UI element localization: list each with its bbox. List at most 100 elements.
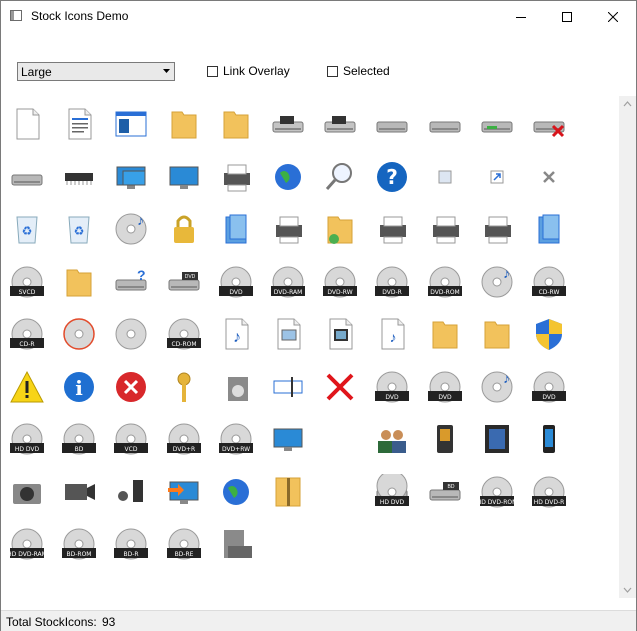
icon-size-combobox[interactable]: Large	[17, 62, 175, 81]
scroll-down-icon[interactable]	[619, 585, 636, 595]
blank-cd-icon[interactable]	[113, 316, 149, 352]
delete-red-icon[interactable]	[322, 369, 358, 405]
mobile-phone-icon[interactable]	[531, 421, 567, 457]
floppy-525-icon[interactable]	[270, 106, 306, 142]
video-file-icon[interactable]	[322, 316, 358, 352]
folder-share-icon[interactable]	[322, 211, 358, 247]
media-dvd-icon[interactable]: DVD	[374, 369, 410, 405]
lock-icon[interactable]	[166, 211, 202, 247]
document-blank-icon[interactable]	[9, 106, 45, 142]
blank-icon[interactable]	[322, 421, 358, 457]
cd-drive-icon[interactable]	[9, 159, 45, 195]
vcd-icon[interactable]: VCD	[113, 421, 149, 457]
hd-dvd-ram-icon[interactable]: HD DVD-RAM	[9, 526, 45, 562]
blank-icon[interactable]	[322, 474, 358, 510]
globe-world-icon[interactable]	[270, 159, 306, 195]
software-icon[interactable]	[218, 369, 254, 405]
warning-icon[interactable]	[9, 369, 45, 405]
media-folder-icon[interactable]	[61, 264, 97, 300]
dvd-r-icon[interactable]: DVD-R	[374, 264, 410, 300]
internet-icon[interactable]	[218, 474, 254, 510]
network-icon[interactable]	[113, 159, 149, 195]
dvd-plus-rw-icon[interactable]: DVD+RW	[218, 421, 254, 457]
dvd-rw-icon[interactable]: DVD-RW	[322, 264, 358, 300]
media-cd-audio-icon[interactable]: ♪	[479, 369, 515, 405]
shield-icon[interactable]	[531, 316, 567, 352]
audio-player-icon[interactable]	[113, 474, 149, 510]
recycle-bin-empty-icon[interactable]: ♻	[9, 211, 45, 247]
audio-cd-icon[interactable]: ♪	[113, 211, 149, 247]
audio-file-icon[interactable]: ♪	[218, 316, 254, 352]
recycle-bin-full-icon[interactable]: ♻	[61, 211, 97, 247]
cd-rw-icon[interactable]: CD-RW	[531, 264, 567, 300]
hd-dvd-drive-icon[interactable]: HD DVD	[374, 473, 410, 510]
drive-unknown-icon[interactable]: ?	[113, 264, 149, 300]
dvd-plus-r-icon[interactable]: DVD+R	[166, 421, 202, 457]
media-player-icon[interactable]	[427, 421, 463, 457]
users-icon[interactable]	[374, 421, 410, 457]
link-overlay-box[interactable]	[207, 65, 218, 77]
selected-checkbox[interactable]: Selected	[327, 63, 390, 79]
media-dvd-2-icon[interactable]: DVD	[427, 369, 463, 405]
desktop-pc-icon[interactable]	[270, 421, 306, 457]
dvd-drive-icon[interactable]: DVD	[166, 264, 202, 300]
desktop-computer-icon[interactable]	[166, 159, 202, 195]
network-drive-icon[interactable]	[479, 106, 515, 142]
printer-file-icon[interactable]	[479, 211, 515, 247]
key-icon[interactable]	[166, 369, 202, 405]
maximize-button[interactable]	[544, 1, 590, 32]
info-icon[interactable]: i	[61, 369, 97, 405]
bd-icon[interactable]: BD	[61, 421, 97, 457]
cd-r-icon[interactable]: CD-R	[9, 316, 45, 352]
cluster-server-icon[interactable]	[218, 526, 254, 562]
bd-r-icon[interactable]: BD-R	[113, 526, 149, 562]
document-text-icon[interactable]	[61, 106, 97, 142]
close-button[interactable]	[590, 1, 636, 32]
folder-back-icon[interactable]	[427, 316, 463, 352]
link-overlay-checkbox[interactable]: Link Overlay	[207, 63, 290, 79]
bd-rom-icon[interactable]: BD-ROM	[61, 526, 97, 562]
printer-fax-icon[interactable]	[374, 211, 410, 247]
rename-icon[interactable]	[270, 369, 306, 405]
error-icon[interactable]	[113, 369, 149, 405]
bd-re-icon[interactable]: BD-RE	[166, 526, 202, 562]
bd-drive-icon[interactable]: BD	[427, 474, 463, 510]
floppy-35-icon[interactable]	[322, 106, 358, 142]
dvd-icon[interactable]: DVD	[218, 264, 254, 300]
minimize-button[interactable]	[498, 1, 544, 32]
stack-icon[interactable]	[531, 211, 567, 247]
delete-x-icon[interactable]	[531, 159, 567, 195]
cd-rom-icon[interactable]: CD-ROM	[166, 316, 202, 352]
audio-plus-icon[interactable]: ♪	[479, 264, 515, 300]
disconnected-network-drive-icon[interactable]	[531, 106, 567, 142]
video-camera-icon[interactable]	[61, 474, 97, 510]
selected-box[interactable]	[327, 65, 338, 77]
hd-dvd-r-icon[interactable]: HD DVD-R	[531, 474, 567, 510]
title-bar[interactable]: Stock Icons Demo	[1, 1, 636, 32]
hd-dvd-icon[interactable]: HD DVD	[9, 421, 45, 457]
dvd-ram-icon[interactable]: DVD-RAM	[270, 264, 306, 300]
small-overlay-icon[interactable]	[427, 159, 463, 195]
help-icon[interactable]: ?	[374, 159, 410, 195]
auto-list-icon[interactable]	[218, 211, 254, 247]
hard-drive-icon[interactable]	[427, 106, 463, 142]
vertical-scrollbar[interactable]	[619, 96, 636, 598]
hd-dvd-rom-icon[interactable]: HD DVD-ROM	[479, 474, 515, 510]
scroll-up-icon[interactable]	[619, 99, 636, 109]
removable-drive-icon[interactable]	[374, 106, 410, 142]
dvd-rom-icon[interactable]: DVD-ROM	[427, 264, 463, 300]
network-connect-icon[interactable]	[166, 474, 202, 510]
camera-icon[interactable]	[9, 474, 45, 510]
shortcut-arrow-icon[interactable]	[479, 159, 515, 195]
svcd-icon[interactable]: SVCD	[9, 264, 45, 300]
application-icon[interactable]	[113, 106, 149, 142]
folder-open-icon[interactable]	[218, 106, 254, 142]
image-file-icon[interactable]	[270, 316, 306, 352]
zip-file-icon[interactable]	[270, 474, 306, 510]
folder-front-icon[interactable]	[479, 316, 515, 352]
mixed-media-icon[interactable]: ♪	[374, 316, 410, 352]
smart-media-icon[interactable]	[479, 421, 515, 457]
ram-chip-icon[interactable]	[61, 159, 97, 195]
folder-icon[interactable]	[166, 106, 202, 142]
printer-net-icon[interactable]	[270, 211, 306, 247]
